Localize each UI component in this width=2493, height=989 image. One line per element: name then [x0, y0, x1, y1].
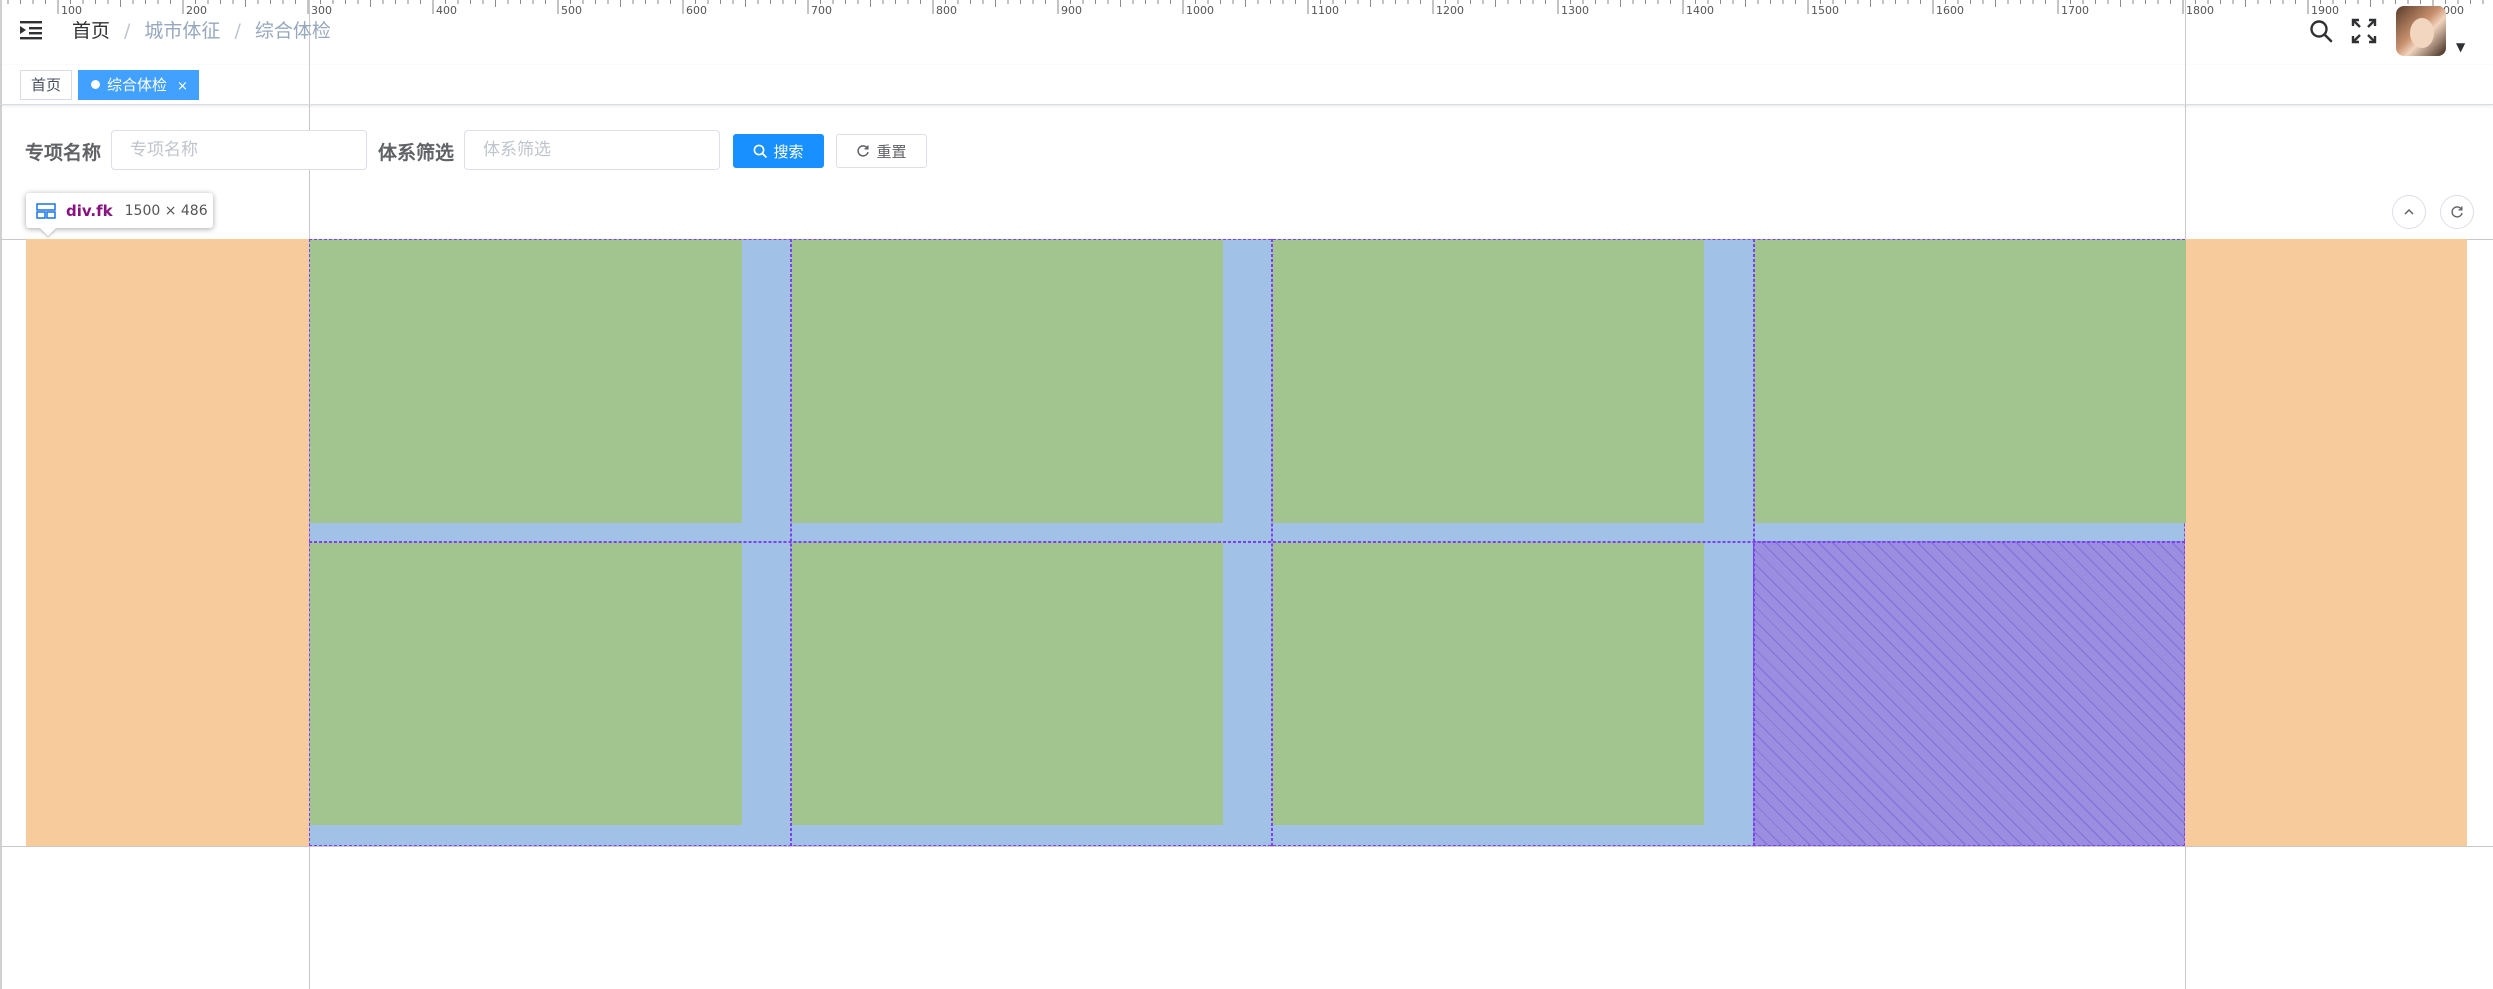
window-edge	[0, 0, 2, 989]
inspector-element-name: div.fk	[66, 201, 113, 220]
breadcrumb-current: 综合体检	[254, 20, 331, 42]
breadcrumb: 首页 / 城市体征 / 综合体检	[72, 18, 331, 44]
grid-layout-icon	[36, 202, 56, 219]
tags-view: 首页 综合体检 ×	[0, 65, 2493, 105]
navbar: 首页 / 城市体征 / 综合体检 ▼	[0, 0, 2493, 64]
hamburger-icon[interactable]	[20, 20, 42, 40]
search-button-label: 搜索	[773, 142, 804, 161]
page: 100 200 300 400 500 600 700 800 900 1000 1100 1200 1…	[0, 0, 2493, 989]
grid-cell	[791, 240, 1223, 523]
refresh-icon	[857, 145, 870, 157]
refresh-table-button[interactable]	[2440, 195, 2474, 229]
grid-cell	[1272, 542, 1704, 825]
caret-down-icon[interactable]: ▼	[2456, 40, 2465, 54]
reset-button[interactable]: 重置	[836, 134, 927, 168]
close-icon[interactable]: ×	[177, 73, 188, 101]
grid-cell	[310, 240, 742, 523]
grid-line	[309, 541, 2185, 543]
user-avatar[interactable]	[2396, 6, 2446, 56]
grid-cell	[1272, 240, 1704, 523]
breadcrumb-separator: /	[124, 20, 131, 42]
collapse-search-button[interactable]	[2392, 195, 2426, 229]
tag-comprehensive-check[interactable]: 综合体检 ×	[78, 70, 199, 100]
fullscreen-icon[interactable]	[2351, 18, 2377, 48]
system-input[interactable]	[464, 130, 720, 170]
search-icon	[754, 144, 768, 158]
tag-active-label: 综合体检	[107, 76, 168, 94]
grid-cell	[791, 542, 1223, 825]
breadcrumb-separator: /	[234, 20, 241, 42]
system-label: 体系筛选	[378, 142, 455, 164]
search-button[interactable]: 搜索	[733, 134, 824, 168]
breadcrumb-home[interactable]: 首页	[72, 18, 110, 44]
guide-line-bottom	[0, 846, 2493, 847]
search-icon[interactable]	[2309, 19, 2333, 47]
grid-cell	[310, 542, 742, 825]
chevron-up-icon	[2404, 208, 2414, 215]
name-label: 专项名称	[25, 142, 102, 164]
breadcrumb-city-signs[interactable]: 城市体征	[144, 18, 220, 44]
refresh-icon	[2451, 206, 2463, 218]
inspector-arrow	[40, 228, 56, 236]
avatar-face	[2410, 18, 2434, 48]
tag-home-label: 首页	[31, 76, 62, 94]
reset-button-label: 重置	[876, 142, 907, 161]
inspector-element-size: 1500 × 486	[124, 202, 208, 219]
name-input[interactable]	[111, 130, 367, 170]
grid-empty-cell-hatched	[1753, 541, 2185, 846]
element-inspector-tooltip: div.fk 1500 × 486	[26, 193, 213, 228]
active-dot-icon	[91, 80, 100, 89]
grid-cell	[1754, 240, 2186, 523]
tag-home[interactable]: 首页	[20, 70, 73, 100]
